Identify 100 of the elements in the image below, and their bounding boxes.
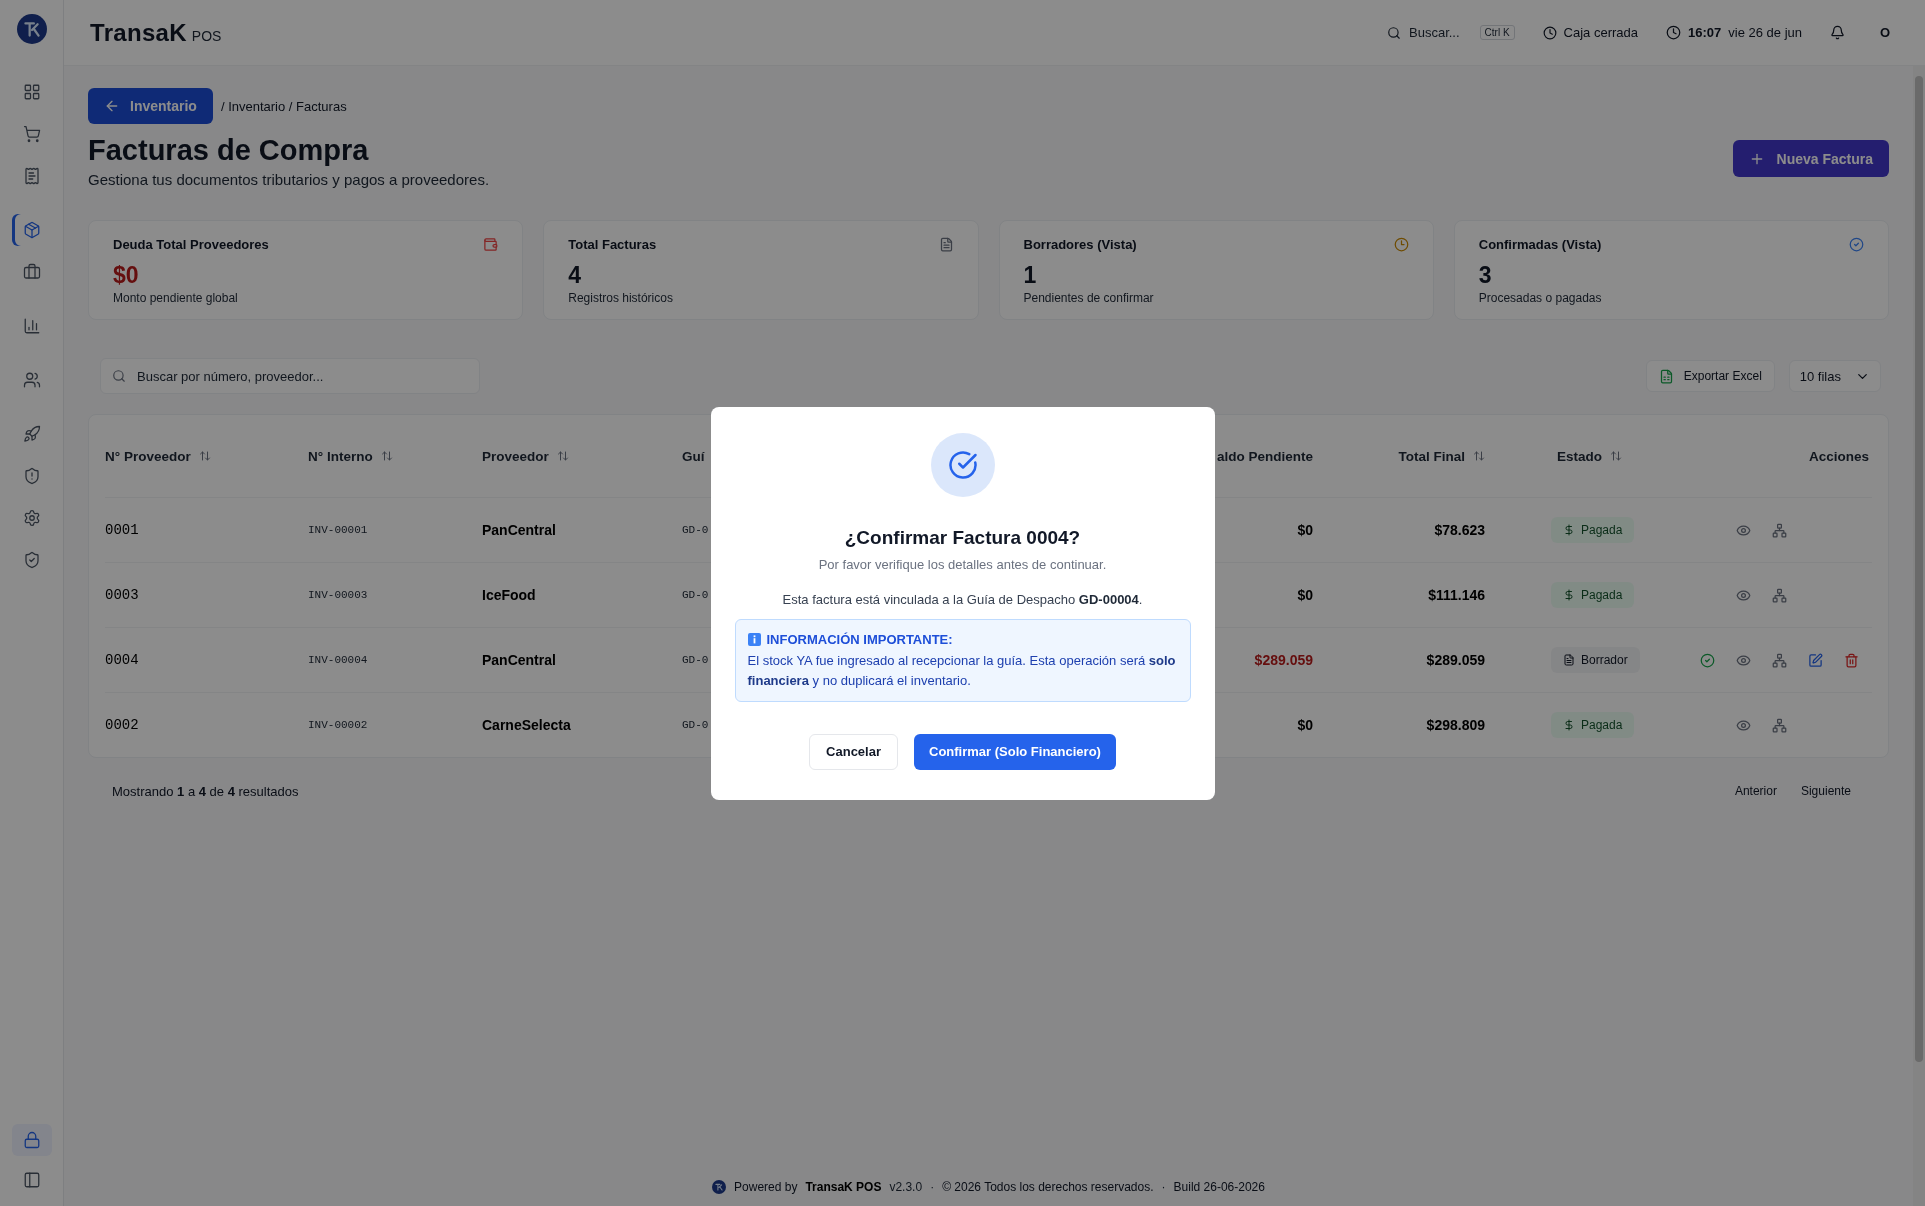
eye-icon — [1735, 587, 1751, 603]
table-cell: $78.623 — [1434, 522, 1485, 538]
delete-action-button[interactable] — [1843, 652, 1859, 668]
confirm-button[interactable]: Confirmar (Solo Financiero) — [914, 733, 1116, 770]
table-cell: INV-00002 — [308, 719, 368, 731]
column-header: Total Final — [1398, 448, 1465, 464]
current-time: 16:07 — [1688, 25, 1722, 40]
clock-icon — [1666, 25, 1681, 40]
footer-separator: · — [930, 1180, 935, 1194]
sort-icon[interactable] — [198, 450, 211, 462]
table-cell: INV-00004 — [308, 654, 368, 666]
tree-action-button[interactable] — [1771, 587, 1787, 603]
clock-icon — [1542, 25, 1557, 40]
stat-caption: Procesadas o pagadas — [1478, 291, 1603, 305]
scrollbar[interactable] — [1913, 66, 1925, 1206]
page-size-select[interactable]: 10 filas — [1788, 360, 1881, 392]
notice-title: INFORMACIÓN IMPORTANTE: — [766, 631, 953, 647]
user-avatar[interactable]: O — [1873, 25, 1897, 40]
previous-button[interactable]: Anterior — [1726, 780, 1785, 802]
eye-icon — [1735, 652, 1751, 668]
view-action-button[interactable] — [1735, 522, 1751, 538]
shield-alert-icon — [22, 467, 41, 485]
table-cell: PanCentral — [482, 652, 556, 668]
back-button[interactable]: Inventario — [88, 88, 213, 124]
edit-icon — [1807, 652, 1823, 668]
search-icon — [1387, 25, 1401, 40]
current-date: vie 26 de jun — [1728, 25, 1802, 40]
dialog-message: Esta factura está vinculada a la Guía de Despacho GD-00004. — [782, 591, 1143, 607]
hierarchy-icon — [1771, 587, 1787, 603]
table-cell: PanCentral — [482, 522, 556, 538]
brand-name: TransaK — [90, 18, 187, 47]
footer-build: Build 26-06-2026 — [1173, 1180, 1265, 1194]
stat-value: 1 — [1023, 262, 1037, 289]
sort-icon[interactable] — [556, 450, 569, 462]
hierarchy-icon — [1771, 717, 1787, 733]
bar-chart-icon — [22, 317, 41, 335]
eye-icon — [1735, 522, 1751, 538]
table-cell: INV-00001 — [308, 524, 368, 536]
table-cell: GD-0 — [682, 524, 709, 536]
cancel-button[interactable]: Cancelar — [809, 733, 898, 770]
check-circle-icon — [1849, 237, 1864, 252]
column-header: Estado — [1557, 448, 1602, 464]
sidebar-item[interactable] — [11, 1124, 52, 1156]
stat-title: Deuda Total Proveedores — [113, 237, 269, 252]
notice-text: El stock YA fue ingresado al recepcionar la guía. Esta operación será solo financiera y no duplicará el inventario. — [747, 651, 1177, 690]
view-action-button[interactable] — [1735, 587, 1751, 603]
export-button[interactable]: Exportar Excel — [1645, 360, 1775, 392]
global-search[interactable]: Buscar... Ctrl K — [1387, 25, 1515, 40]
search-field[interactable]: Buscar por número, proveedor... — [100, 358, 480, 394]
dollar-icon — [1563, 589, 1575, 601]
briefcase-icon — [22, 263, 41, 281]
view-action-button[interactable] — [1735, 717, 1751, 733]
shortcut-key: Ctrl K — [1479, 25, 1515, 40]
rocket-icon — [22, 425, 41, 443]
column-header: Acciones — [1808, 448, 1869, 464]
check-circle-icon — [1699, 652, 1715, 668]
status-badge: Pagada — [1551, 517, 1635, 543]
view-action-button[interactable] — [1735, 652, 1751, 668]
dialog-subtitle: Por favor verifique los detalles antes de continuar. — [818, 556, 1107, 572]
stat-caption: Pendientes de confirmar — [1023, 291, 1155, 305]
confirm-action-button[interactable] — [1699, 652, 1715, 668]
page-subtitle: Gestiona tus documentos tributarios y pagos a proveedores. — [88, 171, 490, 188]
new-invoice-button[interactable]: Nueva Factura — [1732, 140, 1889, 177]
users-icon — [22, 371, 41, 389]
table-cell: 0001 — [105, 522, 139, 538]
column-header: Proveedor — [482, 448, 549, 464]
dollar-icon — [1563, 524, 1575, 536]
edit-action-button[interactable] — [1807, 652, 1823, 668]
dialog-title: ¿Confirmar Factura 0004? — [844, 526, 1081, 549]
bell-icon[interactable] — [1830, 25, 1845, 40]
document-icon — [1563, 654, 1575, 666]
wallet-icon — [483, 237, 499, 252]
column-header: aldo Pendiente — [1216, 448, 1313, 464]
settings-icon — [22, 509, 41, 527]
grid-icon — [22, 83, 41, 101]
status-badge: Borrador — [1551, 647, 1640, 673]
stat-value: 3 — [1478, 262, 1492, 289]
table-cell: GD-0 — [682, 589, 709, 601]
table-cell: 0002 — [105, 717, 139, 733]
sort-icon[interactable] — [1473, 450, 1485, 462]
stat-caption: Registros históricos — [568, 291, 674, 305]
trash-icon — [1843, 652, 1859, 668]
stat-caption: Monto pendiente global — [113, 291, 239, 305]
register-status: Caja cerrada — [1563, 25, 1638, 40]
tree-action-button[interactable] — [1771, 717, 1787, 733]
footer-version: v2.3.0 — [889, 1180, 923, 1194]
table-cell: $289.059 — [1254, 652, 1313, 668]
tree-action-button[interactable] — [1771, 522, 1787, 538]
tree-action-button[interactable] — [1771, 652, 1787, 668]
sort-icon[interactable] — [1610, 450, 1622, 462]
next-button[interactable]: Siguiente — [1792, 780, 1859, 802]
table-cell: $0 — [1297, 587, 1313, 603]
table-cell: $289.059 — [1426, 652, 1485, 668]
hierarchy-icon — [1771, 652, 1787, 668]
eye-icon — [1735, 717, 1751, 733]
table-cell: IceFood — [482, 587, 536, 603]
sort-icon[interactable] — [380, 450, 393, 462]
sidebar-panel-icon — [22, 1171, 41, 1189]
shield-check-icon — [22, 551, 41, 569]
table-cell: 0004 — [105, 652, 139, 668]
